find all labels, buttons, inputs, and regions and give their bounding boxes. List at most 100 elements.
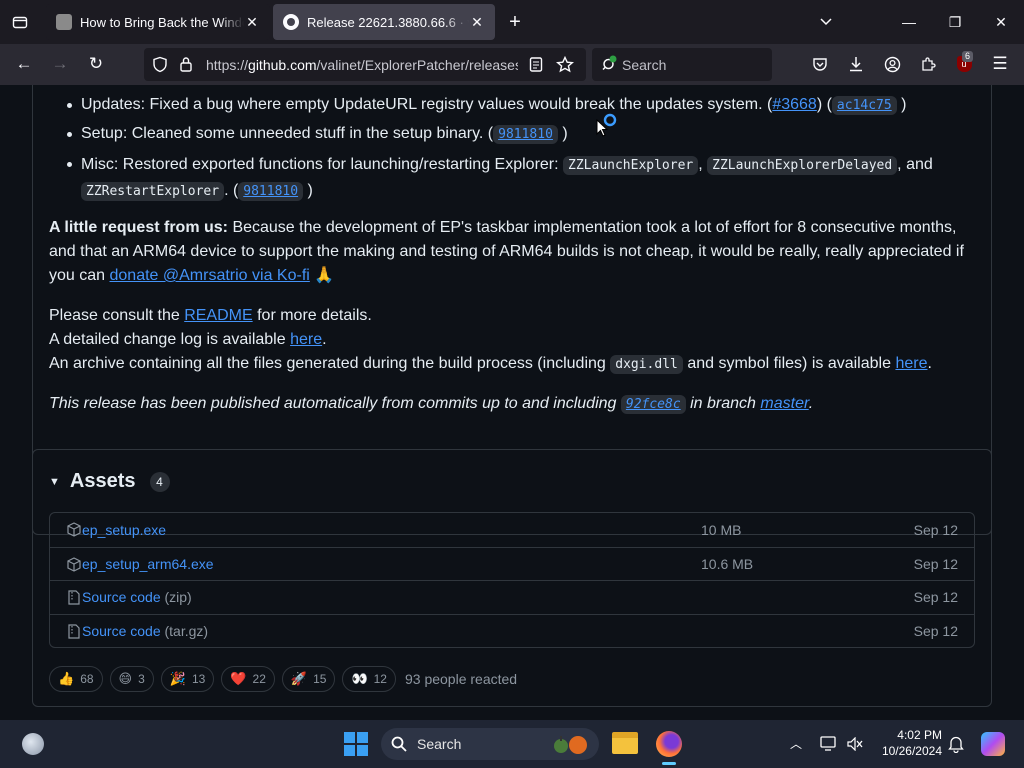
party-popper-icon: 🎉 <box>169 671 186 686</box>
assets-toggle[interactable]: ▼ Assets 4 <box>49 470 170 493</box>
widgets-weather-icon[interactable] <box>22 733 44 755</box>
taskbar-search-placeholder: Search <box>417 736 462 752</box>
ublock-extension-button[interactable]: u 6 <box>946 48 982 80</box>
file-zip-icon <box>68 623 80 639</box>
asset-name: Source code <box>82 589 161 606</box>
extension-badge: 6 <box>962 51 974 62</box>
reaction-rocket-button[interactable]: 🚀 15 <box>281 666 336 692</box>
assets-list: ep_setup.exe 10 MB Sep 12 ep_setup_arm64… <box>49 512 975 648</box>
list-all-tabs-button[interactable] <box>806 0 846 44</box>
windows-start-button[interactable] <box>344 732 368 756</box>
heart-icon: ❤️ <box>230 671 247 686</box>
firefox-view-button[interactable] <box>0 0 40 44</box>
search-bar[interactable]: Search <box>592 48 772 81</box>
reaction-eyes-button[interactable]: 👀 12 <box>342 666 396 692</box>
eyes-icon: 👀 <box>351 671 368 686</box>
file-explorer-icon[interactable] <box>612 732 638 754</box>
reaction-heart-button[interactable]: ❤️ 22 <box>221 666 275 692</box>
donation-request-paragraph: A little request from us: Because the de… <box>49 216 979 288</box>
clock-time: 4:02 PM <box>897 728 942 742</box>
taskbar-clock[interactable]: 4:02 PM 10/26/2024 <box>876 727 942 759</box>
asset-date: Sep 12 <box>913 521 958 538</box>
asset-download-link[interactable]: ep_setup.exe <box>82 522 166 538</box>
asset-date: Sep 12 <box>913 555 958 572</box>
reaction-laugh-button[interactable]: 😄 3 <box>109 666 154 692</box>
new-tab-button[interactable]: + <box>495 0 535 44</box>
extensions-button[interactable] <box>910 48 946 80</box>
reaction-hooray-button[interactable]: 🎉 13 <box>160 666 215 692</box>
branch-link[interactable]: master <box>760 395 808 412</box>
reaction-thumbs-up-button[interactable]: 👍 68 <box>49 666 103 692</box>
downloads-button[interactable] <box>838 48 874 80</box>
request-heading: A little request from us: <box>49 219 228 236</box>
forward-button[interactable]: → <box>42 48 78 80</box>
readme-link[interactable]: README <box>184 307 252 324</box>
bookmark-star-icon[interactable] <box>556 56 574 73</box>
search-placeholder: Search <box>622 56 667 73</box>
close-tab-icon[interactable]: ✕ <box>244 14 260 31</box>
published-note: This release has been published automati… <box>49 392 979 417</box>
issue-link[interactable]: #3668 <box>772 96 817 113</box>
url-text: https://github.com/valinet/ExplorerPatch… <box>206 57 518 73</box>
note-text: ) <box>307 182 313 199</box>
commit-link[interactable]: 9811810 <box>238 182 304 201</box>
donate-link[interactable]: donate @Amrsatrio via Ko-fi <box>110 267 310 284</box>
network-display-icon[interactable] <box>820 736 838 752</box>
commit-link[interactable]: 9811810 <box>493 125 558 144</box>
details-text: . <box>927 355 932 372</box>
details-paragraph: Please consult the README for more detai… <box>49 304 979 377</box>
chevron-up-icon[interactable]: ︿ <box>790 735 802 752</box>
firefox-taskbar-icon[interactable] <box>656 731 682 757</box>
commit-link[interactable]: 92fce8c <box>620 395 686 414</box>
navigation-toolbar: ← → ↻ https://github.com/valinet/Explore… <box>0 44 1024 85</box>
package-icon <box>67 556 81 572</box>
clock-date: 10/26/2024 <box>881 744 942 758</box>
reload-button[interactable]: ↻ <box>78 48 114 80</box>
commit-link[interactable]: ac14c75 <box>831 96 897 115</box>
copilot-icon[interactable] <box>981 732 1005 756</box>
commit-hash: 92fce8c <box>620 395 686 414</box>
note-text: Misc: Restored exported functions for la… <box>81 156 559 173</box>
archive-link[interactable]: here <box>895 355 927 372</box>
note-text: . ( <box>224 182 239 199</box>
back-button[interactable]: ← <box>6 48 42 80</box>
taskbar-search-box[interactable]: Search <box>381 728 599 760</box>
url-bar[interactable]: https://github.com/valinet/ExplorerPatch… <box>144 48 586 81</box>
volume-muted-icon[interactable] <box>847 737 863 751</box>
source-zip-link[interactable]: Source code (zip) <box>82 589 192 605</box>
assets-section: ▼ Assets 4 ep_setup.exe 10 MB Sep 12 ep_… <box>32 449 992 707</box>
reaction-count: 3 <box>138 672 145 686</box>
changelog-link[interactable]: here <box>290 331 322 348</box>
assets-heading: Assets <box>69 470 136 492</box>
notification-bell-icon[interactable] <box>948 735 964 753</box>
pocket-button[interactable] <box>802 48 838 80</box>
folded-hands-emoji: 🙏 <box>314 267 335 284</box>
asset-download-link[interactable]: ep_setup_arm64.exe <box>82 556 214 572</box>
note-text: ) <box>901 96 907 113</box>
loading-spinner-icon <box>603 113 617 127</box>
list-item: Updates: Fixed a bug where empty UpdateU… <box>49 93 979 117</box>
reader-view-icon[interactable] <box>529 57 543 72</box>
tab-active[interactable]: Release 22621.3880.66.6 · valinet ✕ <box>273 4 495 40</box>
maximize-window-button[interactable]: ❐ <box>932 0 978 44</box>
asset-format: (zip) <box>164 589 192 606</box>
reaction-count: 68 <box>80 672 94 686</box>
url-path: /valinet/ExplorerPatcher/releases <box>316 56 518 73</box>
reaction-count: 15 <box>313 672 327 686</box>
close-window-button[interactable]: ✕ <box>978 0 1024 44</box>
url-prefix: https:// <box>206 56 249 73</box>
hamburger-menu-icon: ☰ <box>992 54 1008 73</box>
asset-size: 10.6 MB <box>701 555 754 572</box>
commit-hash: 9811810 <box>238 182 304 201</box>
account-button[interactable] <box>874 48 910 80</box>
tab-inactive[interactable]: How to Bring Back the Windows ✕ <box>46 4 270 40</box>
source-targz-link[interactable]: Source code (tar.gz) <box>82 623 208 639</box>
active-app-indicator <box>662 762 676 765</box>
asset-row: ep_setup_arm64.exe 10.6 MB Sep 12 <box>50 546 974 581</box>
close-tab-icon[interactable]: ✕ <box>469 14 485 31</box>
minimize-window-button[interactable]: — <box>886 0 932 44</box>
download-icon <box>850 57 862 72</box>
app-menu-button[interactable]: ☰ <box>982 48 1018 80</box>
note-text: , and <box>897 156 933 173</box>
window-controls: — ❐ ✕ <box>886 0 1024 44</box>
